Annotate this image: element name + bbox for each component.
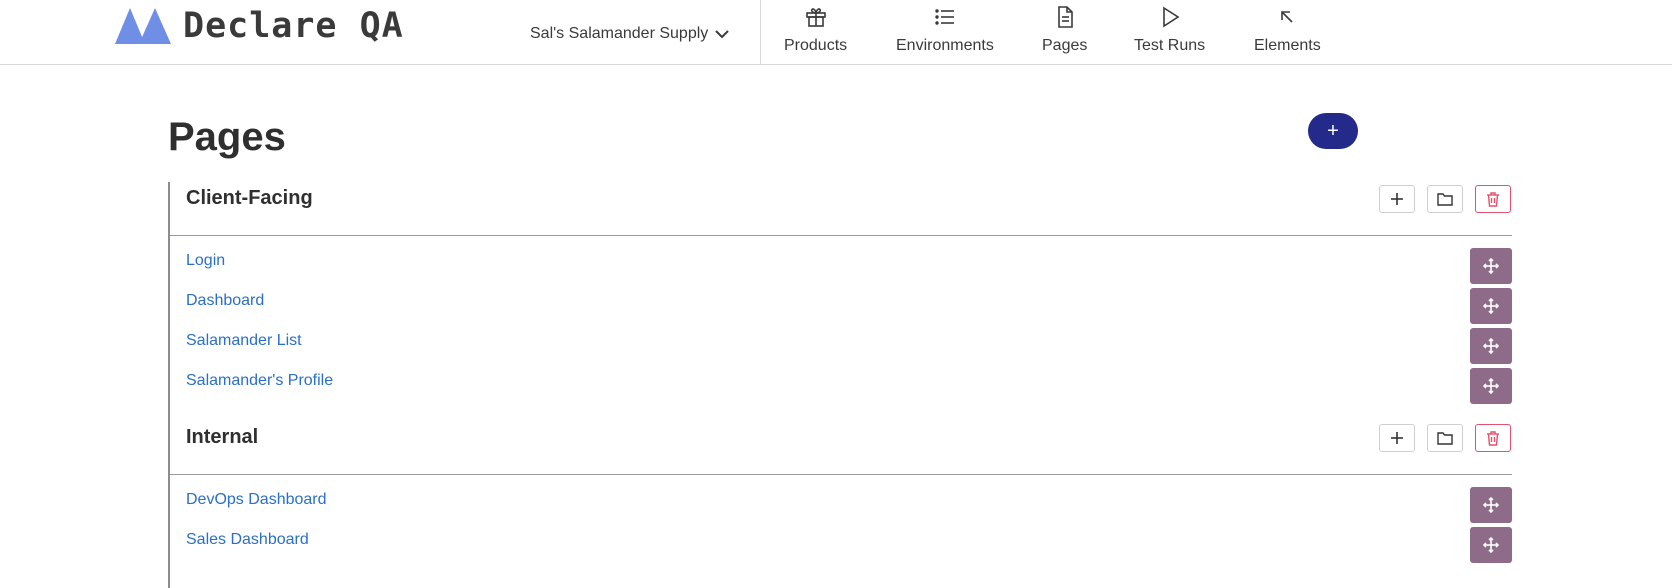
app-logo[interactable]: Declare QA: [115, 6, 404, 46]
nav-label-pages: Pages: [1042, 37, 1088, 54]
folder-divider: [170, 235, 1512, 236]
folder-title-client-facing[interactable]: Client-Facing: [186, 185, 313, 211]
folder-add-page-button[interactable]: [1379, 185, 1415, 213]
org-name: Sal's Salamander Supply: [530, 25, 709, 42]
move-icon: [1483, 537, 1499, 553]
folder-title-internal[interactable]: Internal: [186, 424, 258, 450]
folder-icon: [1437, 193, 1453, 206]
folder-divider: [170, 474, 1512, 475]
play-icon: [1162, 6, 1180, 28]
move-handle-button[interactable]: [1470, 248, 1512, 284]
top-bar: Declare QA Sal's Salamander Supply Produ…: [0, 0, 1672, 65]
folder-add-page-button[interactable]: [1379, 424, 1415, 452]
move-icon: [1483, 497, 1499, 513]
document-icon: [1057, 6, 1073, 28]
arrow-up-left-icon: [1281, 11, 1293, 23]
page-link-devops-dashboard[interactable]: DevOps Dashboard: [186, 489, 327, 511]
nav-item-elements[interactable]: Elements: [1254, 0, 1321, 65]
nav-label-products: Products: [784, 37, 848, 54]
chevron-down-icon: [715, 30, 729, 39]
nav-label-test-runs: Test Runs: [1134, 37, 1206, 54]
move-handle-button[interactable]: [1470, 527, 1512, 563]
nav-item-products[interactable]: Products: [784, 0, 847, 65]
tree-line: [168, 182, 170, 588]
page-title: Pages: [168, 115, 286, 159]
trash-icon: [1487, 191, 1499, 207]
move-handle-button[interactable]: [1470, 487, 1512, 523]
move-handle-button[interactable]: [1470, 368, 1512, 404]
page-link-dashboard[interactable]: Dashboard: [186, 290, 264, 312]
page-link-sales-dashboard[interactable]: Sales Dashboard: [186, 529, 309, 551]
plus-icon: [1391, 193, 1403, 205]
nav-divider: [760, 0, 761, 65]
page-link-login[interactable]: Login: [186, 250, 225, 272]
nav-item-test-runs[interactable]: Test Runs: [1134, 0, 1205, 65]
list-icon: [935, 9, 954, 25]
trash-icon: [1487, 430, 1499, 446]
nav-item-environments[interactable]: Environments: [896, 0, 994, 65]
folder-add-subfolder-button[interactable]: [1427, 424, 1463, 452]
logo-mark-icon: [115, 8, 171, 44]
move-icon: [1483, 298, 1499, 314]
page-link-salamanders-profile[interactable]: Salamander's Profile: [186, 370, 333, 392]
gift-icon: [805, 8, 826, 27]
page-link-salamander-list[interactable]: Salamander List: [186, 330, 302, 352]
app-name: Declare QA: [183, 6, 404, 46]
move-icon: [1483, 378, 1499, 394]
folder-delete-button[interactable]: [1475, 185, 1511, 213]
nav-label-elements: Elements: [1254, 37, 1321, 54]
add-page-button[interactable]: +: [1308, 113, 1358, 149]
folder-icon: [1437, 432, 1453, 445]
move-icon: [1483, 258, 1499, 274]
move-icon: [1483, 338, 1499, 354]
plus-icon: [1391, 432, 1403, 444]
folder-delete-button[interactable]: [1475, 424, 1511, 452]
nav-label-environments: Environments: [896, 37, 994, 54]
org-selector[interactable]: Sal's Salamander Supply: [530, 20, 730, 48]
folder-add-subfolder-button[interactable]: [1427, 185, 1463, 213]
move-handle-button[interactable]: [1470, 328, 1512, 364]
nav-item-pages[interactable]: Pages: [1042, 0, 1087, 65]
move-handle-button[interactable]: [1470, 288, 1512, 324]
